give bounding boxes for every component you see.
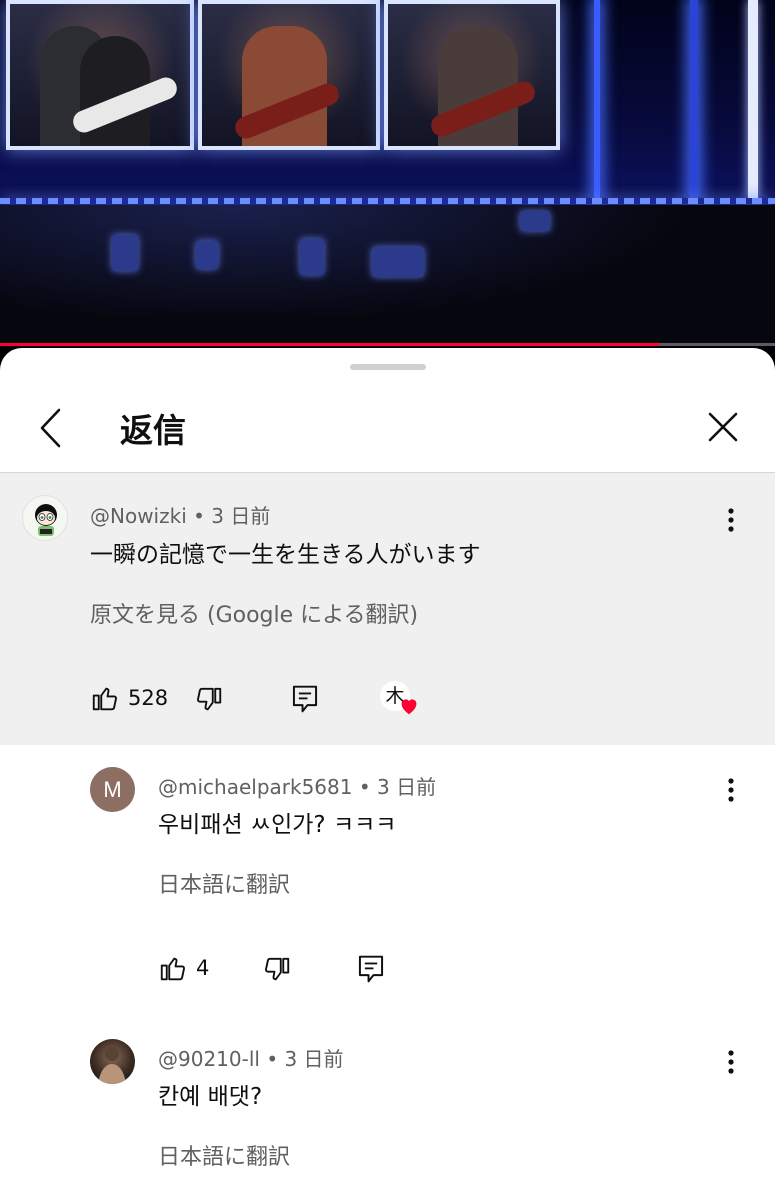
stage-screen-right	[384, 0, 560, 150]
more-vertical-icon	[728, 508, 734, 532]
reply-button[interactable]	[356, 953, 386, 985]
stage-lights-strip	[0, 198, 775, 204]
comment-meta: @Nowizki • 3 日前	[90, 500, 270, 529]
comment-text: 一瞬の記憶で一生を生きる人がいます	[90, 542, 481, 568]
stage-light	[690, 0, 698, 200]
meta-separator: •	[266, 1047, 279, 1071]
avatar[interactable]	[22, 495, 68, 541]
reply-comment: M @michaelpark5681 • 3 日前 우비패션 ㅆ인가? ㅋㅋㅋ …	[0, 745, 775, 1015]
close-icon	[708, 412, 738, 442]
video-player[interactable]	[0, 0, 775, 346]
like-count: 528	[128, 686, 169, 710]
thumb-down-icon	[265, 957, 290, 981]
meta-separator: •	[193, 504, 205, 528]
dislike-button[interactable]	[262, 955, 292, 985]
comment-text: 칸예 배댓?	[158, 1084, 263, 1110]
reply-icon	[292, 685, 318, 713]
video-progress-fill	[0, 343, 659, 346]
thumb-up-icon	[160, 957, 185, 981]
translate-link[interactable]: 日本語に翻訳	[158, 867, 290, 899]
parent-comment: @Nowizki • 3 日前 一瞬の記憶で一生を生きる人がいます 原文を見る …	[0, 473, 775, 745]
avatar-character-icon	[35, 504, 57, 536]
comment-author[interactable]: @michaelpark5681	[158, 775, 352, 799]
like-button[interactable]: 4	[158, 953, 209, 983]
stage-screen-center	[198, 0, 380, 150]
comment-time: 3 日前	[377, 775, 437, 799]
stage-light	[594, 0, 600, 200]
like-button[interactable]: 528	[90, 683, 168, 713]
reply-icon	[358, 955, 384, 983]
more-vertical-icon	[728, 778, 734, 802]
reply-button[interactable]	[290, 683, 320, 715]
meta-separator: •	[358, 775, 371, 799]
chevron-left-icon	[40, 408, 61, 448]
thumb-up-icon	[92, 687, 117, 711]
comment-author[interactable]: @90210-ll	[158, 1047, 260, 1071]
dislike-button[interactable]	[194, 685, 224, 715]
more-options-button[interactable]	[716, 501, 746, 541]
video-progress-bar[interactable]	[0, 343, 775, 346]
thumb-down-icon	[197, 687, 222, 711]
sheet-title: 返信	[120, 411, 186, 450]
comment-author[interactable]: @Nowizki	[90, 504, 187, 528]
like-count: 4	[196, 956, 210, 980]
comment-meta: @michaelpark5681 • 3 日前	[158, 771, 436, 800]
avatar[interactable]: M	[90, 767, 135, 812]
comment-time: 3 日前	[284, 1047, 344, 1071]
close-button[interactable]	[700, 406, 744, 450]
avatar[interactable]	[90, 1039, 135, 1084]
stage-screen-left	[6, 0, 194, 150]
more-options-button[interactable]	[716, 1043, 746, 1083]
reply-comment: @90210-ll • 3 日前 칸예 배댓? 日本語に翻訳	[0, 1015, 775, 1200]
heart-icon	[401, 699, 417, 715]
replies-sheet: 返信 @Nowizki • 3 日前 一瞬の記憶で一生を生きる人がいます 原文を…	[0, 348, 775, 1200]
more-vertical-icon	[728, 1050, 734, 1074]
more-options-button[interactable]	[716, 771, 746, 811]
sheet-header: 返信	[0, 384, 775, 472]
stage-light	[748, 0, 758, 200]
comment-meta: @90210-ll • 3 日前	[158, 1043, 344, 1072]
translate-link[interactable]: 日本語に翻訳	[158, 1139, 290, 1171]
crowd	[0, 205, 775, 346]
comment-text: 우비패션 ㅆ인가? ㅋㅋㅋ	[158, 812, 397, 838]
drag-handle[interactable]	[350, 364, 426, 370]
creator-heart: 木	[380, 681, 422, 719]
avatar-person-icon	[98, 1047, 126, 1084]
see-original-link[interactable]: 原文を見る (Google による翻訳)	[90, 597, 418, 629]
back-button[interactable]	[30, 406, 74, 450]
comment-time: 3 日前	[211, 504, 271, 528]
